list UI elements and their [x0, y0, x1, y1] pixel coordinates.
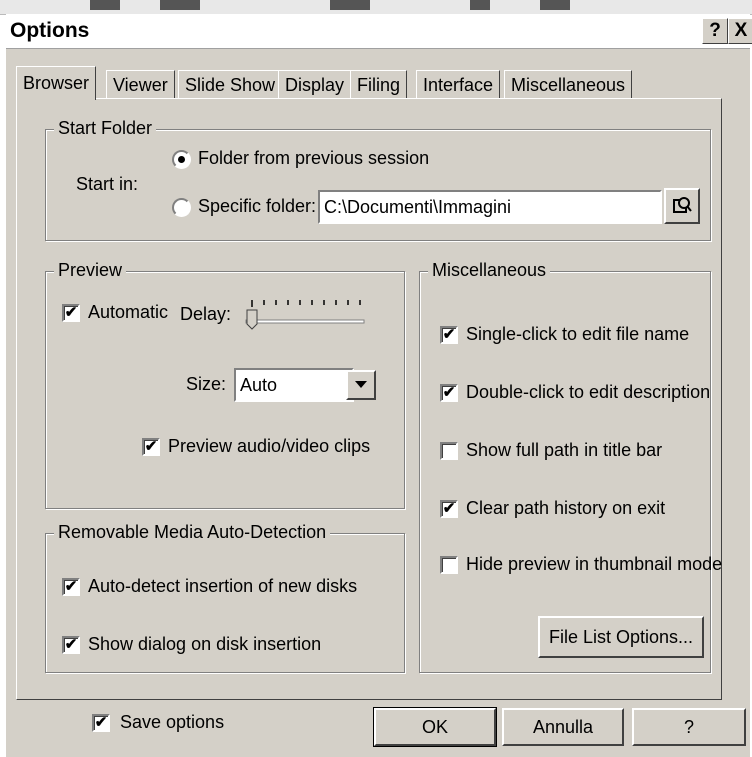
tab-display[interactable]: Display — [278, 70, 352, 99]
cancel-button[interactable]: Annulla — [502, 708, 624, 746]
specific-folder-label[interactable]: Specific folder: — [198, 196, 316, 217]
automatic-label[interactable]: Automatic — [88, 302, 168, 323]
tab-viewer[interactable]: Viewer — [106, 70, 175, 99]
help-title-button[interactable]: ? — [702, 18, 728, 44]
size-select-value: Auto — [240, 375, 278, 395]
help-button[interactable]: ? — [632, 708, 746, 746]
browse-folder-button[interactable] — [664, 188, 700, 224]
radio-specific-folder[interactable] — [172, 198, 191, 217]
chevron-down-icon — [355, 381, 367, 388]
hide-preview-checkbox[interactable] — [440, 556, 458, 574]
show-dialog-label[interactable]: Show dialog on disk insertion — [88, 634, 321, 655]
full-path-checkbox[interactable] — [440, 442, 458, 460]
preview-audio-video-checkbox[interactable]: ✔ — [142, 438, 160, 456]
ok-button[interactable]: OK — [373, 707, 497, 747]
single-click-label[interactable]: Single-click to edit file name — [466, 324, 689, 345]
radio-previous-session[interactable] — [172, 150, 191, 169]
auto-detect-label[interactable]: Auto-detect insertion of new disks — [88, 576, 357, 597]
size-select[interactable]: Auto — [234, 368, 354, 402]
start-folder-group: Start Folder Start in: Folder from previ… — [45, 118, 711, 241]
tab-interface[interactable]: Interface — [416, 70, 501, 99]
folder-browse-icon — [673, 197, 692, 213]
delay-label: Delay: — [180, 304, 232, 324]
slider-ticks — [245, 300, 365, 330]
title-bar: Options ? X — [6, 14, 752, 49]
single-click-checkbox[interactable]: ✔ — [440, 326, 458, 344]
miscellaneous-group: Miscellaneous ✔ Single-click to edit fil… — [419, 260, 722, 673]
removable-media-legend: Removable Media Auto-Detection — [54, 522, 331, 543]
hide-preview-label[interactable]: Hide preview in thumbnail mode — [466, 554, 722, 575]
start-folder-legend: Start Folder — [54, 118, 157, 139]
delay-slider[interactable] — [242, 298, 372, 332]
folder-path-input[interactable]: C:\Documenti\Immagini — [318, 190, 662, 224]
preview-group: Preview ✔ Automatic Delay: Size: Auto ✔ … — [45, 260, 405, 509]
window-title: Options — [10, 19, 90, 42]
save-options-label[interactable]: Save options — [120, 712, 224, 733]
preview-audio-video-label[interactable]: Preview audio/video clips — [168, 436, 370, 457]
options-dialog: Options ? X Browser Viewer Slide Show Di… — [6, 14, 752, 757]
tab-browser[interactable]: Browser — [16, 66, 97, 100]
background-strip — [0, 0, 752, 15]
double-click-checkbox[interactable]: ✔ — [440, 384, 458, 402]
show-dialog-checkbox[interactable]: ✔ — [62, 636, 80, 654]
tab-miscellaneous[interactable]: Miscellaneous — [504, 70, 633, 99]
close-title-button[interactable]: X — [728, 18, 752, 44]
auto-detect-checkbox[interactable]: ✔ — [62, 578, 80, 596]
miscellaneous-legend: Miscellaneous — [428, 260, 551, 281]
browser-tab-panel: Start Folder Start in: Folder from previ… — [16, 98, 722, 700]
preview-legend: Preview — [54, 260, 127, 281]
save-options-checkbox[interactable]: ✔ — [92, 714, 110, 732]
full-path-label[interactable]: Show full path in title bar — [466, 440, 662, 461]
tab-slide-show[interactable]: Slide Show — [178, 70, 283, 99]
clear-history-label[interactable]: Clear path history on exit — [466, 498, 665, 519]
tab-filing[interactable]: Filing — [350, 70, 408, 99]
clear-history-checkbox[interactable]: ✔ — [440, 500, 458, 518]
size-dropdown-button[interactable] — [346, 370, 376, 400]
file-list-options-button[interactable]: File List Options... — [538, 616, 704, 658]
previous-session-label[interactable]: Folder from previous session — [198, 148, 429, 169]
start-in-label: Start in: — [76, 174, 139, 194]
double-click-label[interactable]: Double-click to edit description — [466, 382, 710, 403]
automatic-checkbox[interactable]: ✔ — [62, 304, 80, 322]
removable-media-group: Removable Media Auto-Detection ✔ Auto-de… — [45, 522, 405, 673]
size-label: Size: — [186, 374, 227, 394]
